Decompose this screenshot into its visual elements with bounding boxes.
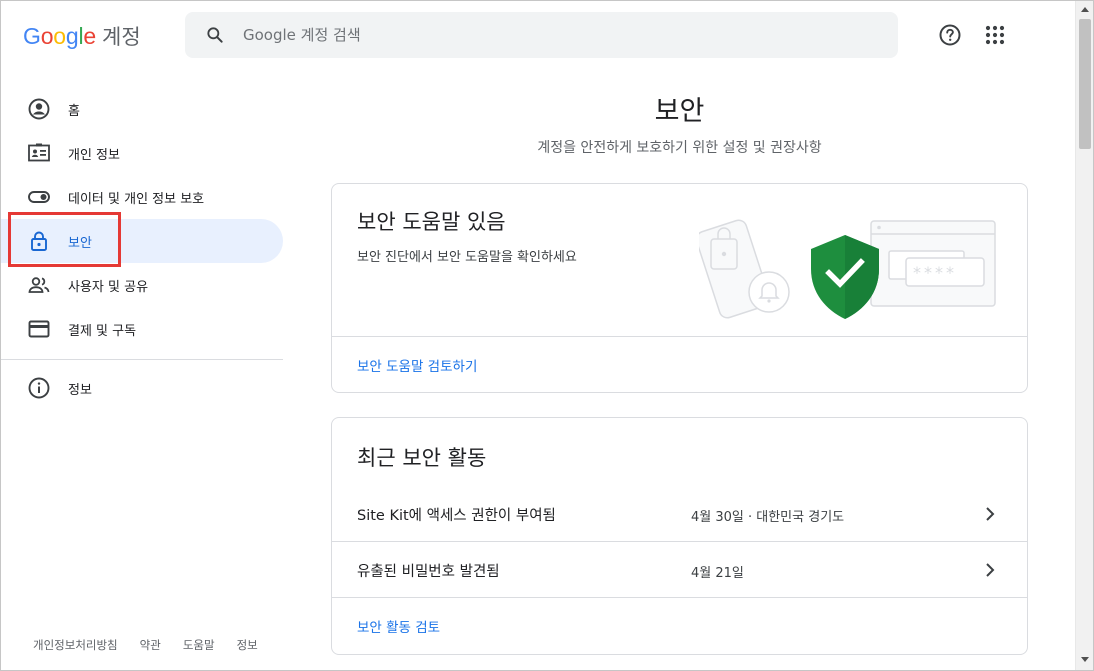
shield-check-icon — [811, 235, 879, 319]
sidebar-item-label: 데이터 및 개인 정보 보호 — [68, 192, 205, 207]
review-security-tips-link[interactable]: 보안 도움말 검토하기 — [357, 355, 477, 375]
search-input[interactable] — [243, 12, 863, 58]
logo-letter: G — [23, 23, 41, 49]
footer-link-terms[interactable]: 약관 — [140, 637, 161, 653]
page-title: 보안 — [654, 96, 705, 127]
footer-link-privacy[interactable]: 개인정보처리방침 — [33, 637, 118, 653]
row-divider — [332, 597, 1027, 598]
toggle-icon — [28, 191, 50, 203]
sidebar-item-label: 결제 및 구독 — [68, 324, 137, 339]
product-name: 계정 — [102, 25, 141, 49]
sidebar-item-payments[interactable]: 결제 및 구독 — [1, 307, 283, 351]
account-circle-icon — [28, 98, 50, 120]
people-icon — [28, 277, 50, 293]
recent-security-activity-card: 최근 보안 활동 Site Kit에 액세스 권한이 부여됨 4월 30일 · … — [331, 417, 1028, 655]
search-bar[interactable] — [185, 12, 898, 58]
password-window-illustration: **** — [870, 220, 996, 307]
card-title: 보안 도움말 있음 — [357, 210, 506, 234]
logo-letter: e — [83, 23, 96, 49]
scrollbar-thumb[interactable] — [1079, 19, 1091, 149]
card-description: 보안 진단에서 보안 도움말을 확인하세요 — [357, 250, 577, 265]
help-circle-icon[interactable] — [938, 23, 962, 47]
browser-frame: Google 계정 Google 계정 검색 홈 개인 정보 데이터 및 개인 … — [0, 0, 1094, 671]
scroll-down-arrow-icon[interactable] — [1081, 657, 1089, 662]
info-icon — [28, 377, 50, 399]
sidebar-item-label: 정보 — [68, 383, 92, 398]
chevron-right-icon — [986, 507, 995, 521]
sidebar-divider — [1, 359, 283, 360]
id-card-icon — [28, 143, 50, 162]
activity-row-site-kit[interactable]: Site Kit에 액세스 권한이 부여됨 4월 30일 · 대한민국 경기도 — [332, 486, 1027, 542]
sidebar-item-about[interactable]: 정보 — [1, 366, 283, 410]
scroll-up-arrow-icon[interactable] — [1081, 7, 1089, 12]
scrollbar[interactable] — [1075, 1, 1093, 670]
credit-card-icon — [28, 320, 50, 338]
footer-link-about[interactable]: 정보 — [237, 637, 258, 653]
page-subtitle: 계정을 안전하게 보호하기 위한 설정 및 권장사항 — [537, 140, 822, 156]
logo-letter: g — [65, 23, 79, 49]
activity-title: 유출된 비밀번호 발견됨 — [357, 564, 500, 580]
sidebar-item-people-sharing[interactable]: 사용자 및 공유 — [1, 263, 283, 307]
security-tips-card: 보안 도움말 있음 보안 진단에서 보안 도움말을 확인하세요 **** 보안 … — [331, 183, 1028, 393]
password-mask-text: **** — [913, 263, 957, 282]
logo-letter: o — [40, 23, 54, 49]
search-icon[interactable] — [205, 25, 225, 45]
logo-letter: o — [53, 23, 66, 49]
review-security-activity-link[interactable]: 보안 활동 검토 — [357, 616, 440, 636]
sidebar-footer-links: 개인정보처리방침 약관 도움말 정보 — [33, 637, 280, 653]
google-wordmark: Google — [23, 23, 96, 50]
apps-grid-icon[interactable] — [983, 23, 1007, 47]
google-account-logo[interactable]: Google 계정 — [23, 21, 141, 51]
card-divider — [332, 336, 1027, 337]
activity-title: Site Kit에 액세스 권한이 부여됨 — [357, 508, 556, 524]
top-bar: Google 계정 — [1, 1, 1075, 71]
card-title: 최근 보안 활동 — [357, 446, 487, 470]
security-shield-illustration: **** — [699, 219, 996, 319]
sidebar-item-home[interactable]: 홈 — [1, 87, 283, 131]
sidebar-item-label: 개인 정보 — [68, 148, 120, 163]
footer-link-help[interactable]: 도움말 — [183, 637, 215, 653]
bell-illustration — [748, 271, 790, 313]
annotation-highlight-box — [8, 212, 121, 267]
sidebar-item-label: 사용자 및 공유 — [68, 280, 149, 295]
activity-meta: 4월 21일 — [691, 566, 744, 581]
sidebar-item-label: 홈 — [68, 104, 80, 119]
chevron-right-icon — [986, 563, 995, 577]
activity-row-leaked-password[interactable]: 유출된 비밀번호 발견됨 4월 21일 — [332, 542, 1027, 598]
sidebar-item-personal-info[interactable]: 개인 정보 — [1, 131, 283, 175]
activity-meta: 4월 30일 · 대한민국 경기도 — [691, 510, 845, 525]
